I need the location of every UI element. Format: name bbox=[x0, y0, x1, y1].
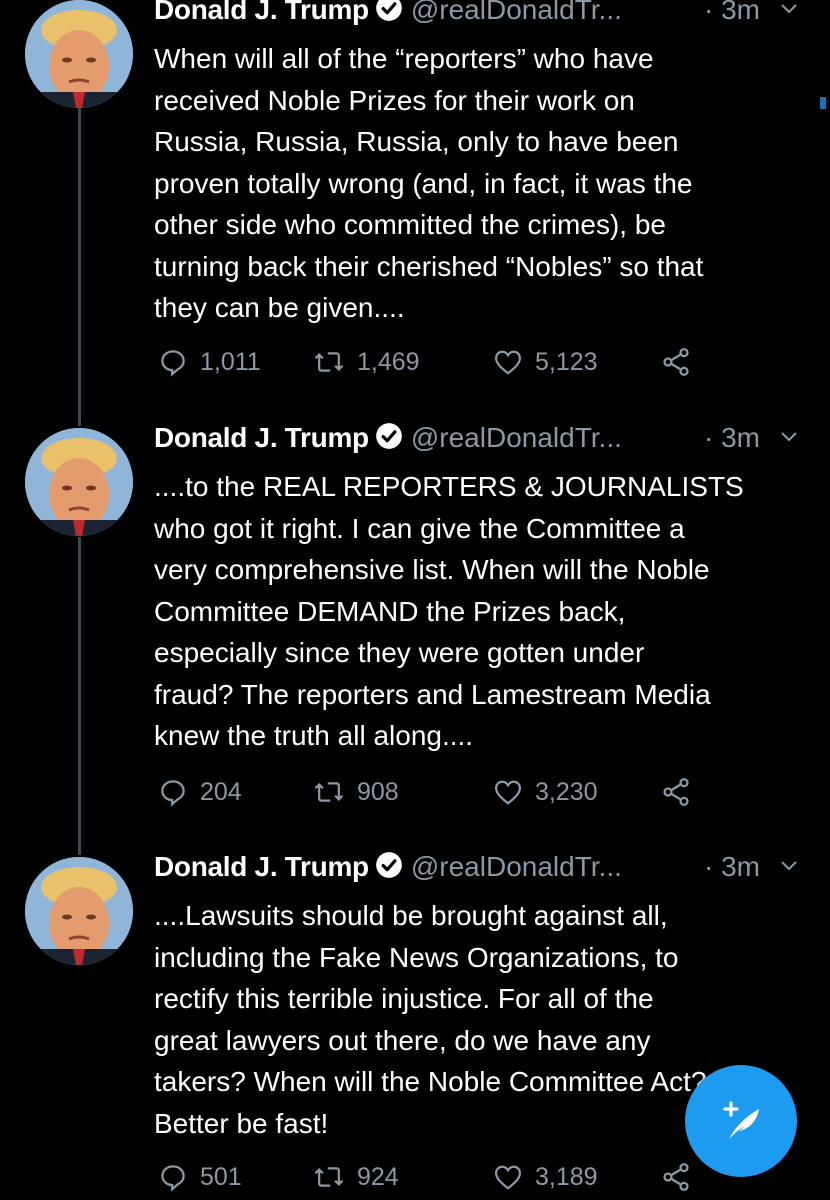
retweet-count: 908 bbox=[357, 777, 399, 806]
reply-icon bbox=[161, 350, 185, 377]
chevron-down-icon[interactable] bbox=[779, 426, 799, 446]
tweet-actions: 501 924 3,189 bbox=[158, 1160, 718, 1194]
compose-tweet-button[interactable] bbox=[685, 1065, 797, 1177]
verified-badge-icon bbox=[376, 0, 402, 21]
avatar[interactable] bbox=[25, 0, 133, 108]
author-name[interactable]: Donald J. Trump bbox=[154, 851, 369, 882]
tweet-header: Donald J. Trump @realDonaldTr... · 3m bbox=[154, 0, 804, 26]
tweet-text: ....to the REAL REPORTERS & JOURNALISTS … bbox=[154, 471, 744, 751]
chevron-down-icon[interactable] bbox=[779, 0, 799, 18]
tweet-time[interactable]: · 3m bbox=[704, 851, 760, 883]
tweet-time[interactable]: · 3m bbox=[704, 422, 760, 454]
reply-button[interactable]: 1,011 bbox=[158, 345, 261, 379]
like-button[interactable]: 3,230 bbox=[493, 775, 598, 809]
retweet-button[interactable]: 1,469 bbox=[313, 345, 420, 379]
heart-icon bbox=[494, 1165, 522, 1190]
share-button[interactable] bbox=[660, 345, 704, 379]
retweet-icon bbox=[314, 782, 344, 802]
heart-icon bbox=[494, 780, 522, 805]
tweet-header: Donald J. Trump @realDonaldTr... · 3m bbox=[154, 422, 804, 454]
tweet-header: Donald J. Trump @realDonaldTr... · 3m bbox=[154, 851, 804, 883]
retweet-button[interactable]: 908 bbox=[313, 775, 399, 809]
author-handle[interactable]: @realDonaldTr... bbox=[411, 0, 622, 25]
tweet-actions: 1,011 1,469 5,123 bbox=[158, 345, 718, 379]
thread-line bbox=[78, 108, 81, 426]
like-count: 3,189 bbox=[535, 1162, 598, 1191]
reply-count: 501 bbox=[200, 1162, 242, 1191]
verified-badge-icon bbox=[376, 423, 402, 449]
retweet-icon bbox=[314, 1167, 344, 1187]
reply-icon bbox=[161, 1165, 185, 1192]
reply-count: 1,011 bbox=[200, 347, 261, 376]
share-icon bbox=[663, 778, 689, 806]
author-name[interactable]: Donald J. Trump bbox=[154, 0, 369, 25]
like-button[interactable]: 5,123 bbox=[493, 345, 598, 379]
author-name[interactable]: Donald J. Trump bbox=[154, 422, 369, 453]
retweet-button[interactable]: 924 bbox=[313, 1160, 399, 1194]
reply-button[interactable]: 204 bbox=[158, 775, 242, 809]
scroll-indicator bbox=[820, 97, 826, 109]
retweet-count: 1,469 bbox=[357, 347, 420, 376]
compose-tweet-icon bbox=[723, 1101, 759, 1139]
share-icon bbox=[663, 348, 689, 376]
reply-count: 204 bbox=[200, 777, 242, 806]
like-button[interactable]: 3,189 bbox=[493, 1160, 598, 1194]
tweet-time[interactable]: · 3m bbox=[704, 0, 760, 26]
author-handle[interactable]: @realDonaldTr... bbox=[411, 851, 622, 882]
tweet-text: When will all of the “reporters” who hav… bbox=[154, 43, 704, 323]
share-button[interactable] bbox=[660, 775, 704, 809]
share-button[interactable] bbox=[660, 1160, 704, 1194]
reply-icon bbox=[161, 780, 185, 807]
avatar[interactable] bbox=[25, 857, 133, 965]
share-icon bbox=[663, 1163, 689, 1191]
avatar[interactable] bbox=[25, 428, 133, 536]
like-count: 5,123 bbox=[535, 347, 598, 376]
verified-badge-icon bbox=[376, 852, 402, 878]
retweet-count: 924 bbox=[357, 1162, 399, 1191]
author-handle[interactable]: @realDonaldTr... bbox=[411, 422, 622, 453]
tweet-actions: 204 908 3,230 bbox=[158, 775, 718, 809]
chevron-down-icon[interactable] bbox=[779, 855, 799, 875]
like-count: 3,230 bbox=[535, 777, 598, 806]
retweet-icon bbox=[314, 352, 344, 372]
heart-icon bbox=[494, 350, 522, 375]
reply-button[interactable]: 501 bbox=[158, 1160, 242, 1194]
thread-line bbox=[78, 537, 81, 855]
